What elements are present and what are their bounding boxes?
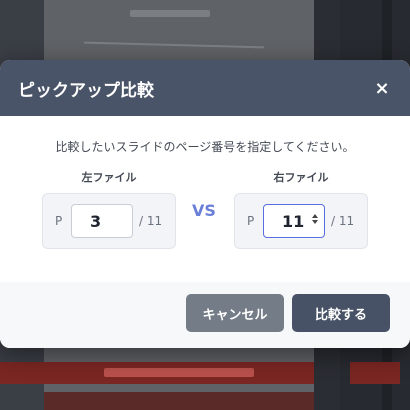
left-page-total: / 11 (139, 214, 163, 228)
right-page-input[interactable]: 11 (263, 204, 325, 238)
dialog-body: 比較したいスライドのページ番号を指定してください。 左ファイル P 3 / 11… (0, 116, 410, 282)
left-page-prefix: P (55, 214, 63, 228)
compare-row: 左ファイル P 3 / 11 VS 右ファイル P 11 / 11 (0, 169, 410, 279)
background-chart-title (130, 10, 210, 17)
instruction-text: 比較したいスライドのページ番号を指定してください。 (55, 140, 355, 154)
cancel-button[interactable]: キャンセル (186, 294, 284, 332)
vs-label: VS (192, 201, 216, 220)
right-file-label: 右ファイル (273, 171, 329, 184)
background-left-banner (0, 362, 44, 384)
spinner-down-icon[interactable] (312, 220, 318, 224)
background-right-banner (350, 362, 400, 384)
right-page-box: P 11 / 11 (234, 193, 368, 249)
dialog-footer: キャンセル 比較する (0, 282, 410, 348)
number-spinner[interactable] (312, 213, 318, 225)
dialog-header: ピックアップ比較 × (0, 60, 410, 116)
right-page-prefix: P (247, 214, 255, 228)
spinner-up-icon[interactable] (312, 214, 318, 218)
right-file-section: 右ファイル P 11 / 11 (234, 169, 368, 249)
background-red-banner-2 (44, 392, 314, 410)
left-page-box: P 3 / 11 (42, 193, 176, 249)
background-banner-text (104, 368, 254, 377)
compare-button[interactable]: 比較する (292, 294, 390, 332)
right-page-value: 11 (282, 211, 305, 231)
left-page-value: 3 (90, 211, 102, 231)
left-file-label: 左ファイル (81, 171, 137, 184)
right-page-total: / 11 (331, 214, 355, 228)
dialog-title: ピックアップ比較 (18, 80, 154, 101)
pickup-compare-dialog: ピックアップ比較 × 比較したいスライドのページ番号を指定してください。 左ファ… (0, 60, 410, 348)
left-page-input[interactable]: 3 (71, 204, 133, 238)
background-chart-line (84, 41, 264, 49)
close-icon[interactable]: × (372, 78, 392, 99)
background-red-banner (44, 362, 314, 384)
left-file-section: 左ファイル P 3 / 11 (42, 169, 176, 249)
